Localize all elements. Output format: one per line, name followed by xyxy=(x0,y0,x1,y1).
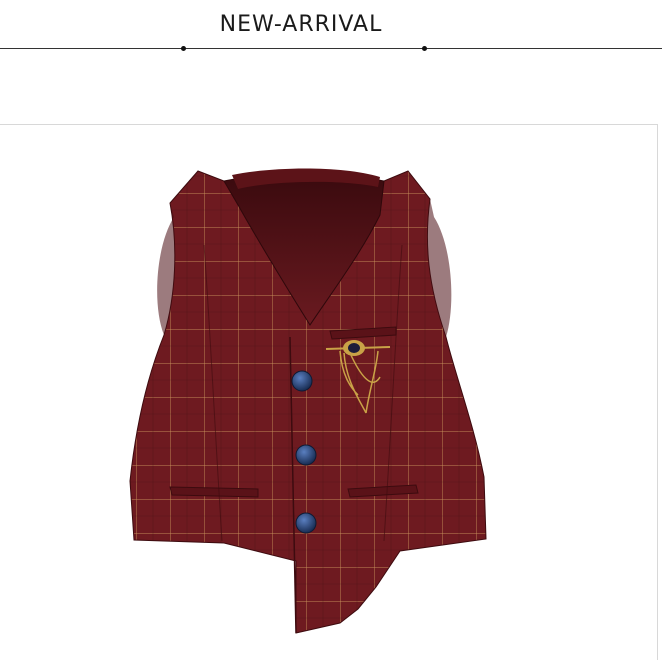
vest-button-middle xyxy=(295,444,317,466)
product-photo-frame xyxy=(0,124,658,660)
burgundy-plaid-vest-icon xyxy=(129,168,487,634)
header-divider-dot-right xyxy=(422,46,427,51)
section-title: NEW-ARRIVAL xyxy=(219,12,383,37)
vest-button-top xyxy=(291,370,313,392)
vest-button-bottom xyxy=(295,512,317,534)
header-divider-line xyxy=(0,48,662,49)
header-divider-dot-left xyxy=(181,46,186,51)
section-header: NEW-ARRIVAL xyxy=(0,0,662,70)
left-pocket-welt xyxy=(169,486,259,498)
